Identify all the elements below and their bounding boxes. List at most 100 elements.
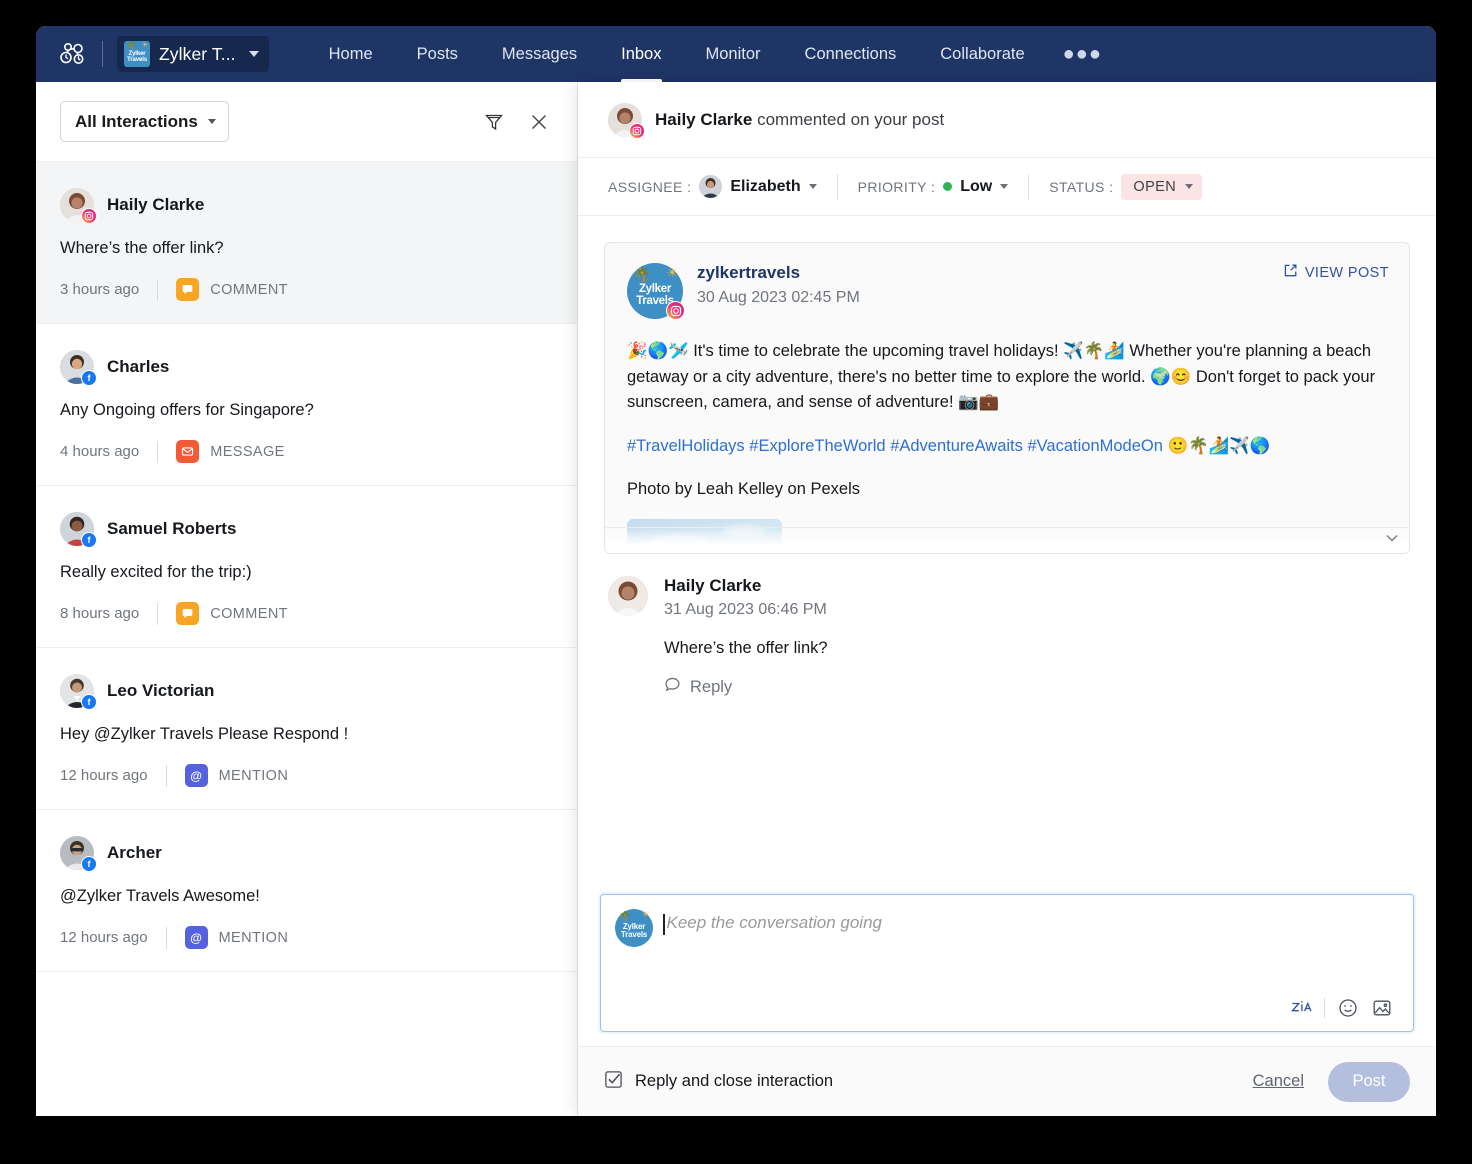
interaction-time: 4 hours ago — [60, 443, 139, 460]
interaction-type: MESSAGE — [176, 440, 285, 463]
list-item[interactable]: f Leo Victorian Hey @Zylker Travels Plea… — [36, 648, 577, 810]
composer-logo-text: Zylker Travels — [615, 923, 653, 940]
instagram-icon — [666, 301, 685, 320]
comment-date: 31 Aug 2023 06:46 PM — [664, 601, 828, 619]
assignee-value: Elizabeth — [730, 178, 800, 196]
avatar — [60, 188, 94, 222]
interaction-time: 12 hours ago — [60, 767, 148, 784]
interactions-panel: All Interactions — [36, 82, 578, 1116]
text-caret — [663, 914, 665, 935]
sun-glyph: ☀ — [642, 911, 649, 919]
interaction-header: f Leo Victorian — [60, 674, 553, 708]
chevron-down-icon — [1185, 184, 1193, 189]
assignee-avatar — [699, 175, 722, 198]
interaction-type-label: MESSAGE — [210, 444, 285, 460]
property-divider — [837, 174, 838, 200]
priority-value: Low — [960, 178, 992, 196]
interaction-header: f Charles — [60, 350, 553, 384]
post-hashtags[interactable]: #TravelHolidays #ExploreTheWorld #Advent… — [627, 437, 1387, 456]
brand-name: Zylker T... — [159, 44, 236, 65]
post-handle[interactable]: zylkertravels — [697, 263, 860, 283]
assignee-group[interactable]: ASSIGNEE : Elizabeth — [608, 175, 817, 198]
interaction-header: f Samuel Roberts — [60, 512, 553, 546]
comment-text: Where’s the offer link? — [664, 639, 828, 658]
reply-composer-area: 🌴 ☀ Zylker Travels Keep the conversation… — [578, 894, 1436, 1032]
chevron-down-icon[interactable] — [809, 184, 817, 189]
reply-input[interactable]: Keep the conversation going — [663, 909, 1399, 935]
comment-bubble-icon — [664, 676, 681, 698]
avatar: f — [60, 836, 94, 870]
reply-label: Reply — [690, 678, 732, 697]
detail-header-title: Haily Clarke commented on your post — [655, 110, 944, 130]
list-item[interactable]: Haily Clarke Where’s the offer link? 3 h… — [36, 162, 577, 324]
brand-selector[interactable]: 🌴 ☀ Zylker Travels Zylker T... — [117, 36, 269, 72]
nav-divider — [102, 41, 103, 67]
interaction-filter-select[interactable]: All Interactions — [60, 101, 229, 142]
post-body-text: 🎉🌎🛩️ It's time to celebrate the upcoming… — [627, 339, 1387, 416]
priority-status-dot — [943, 182, 952, 191]
zoho-social-logo-icon[interactable] — [50, 34, 94, 74]
nav-items: Home Posts Messages Inbox Monitor Connec… — [307, 26, 1118, 82]
brand-logo-text: Zylker Travels — [124, 51, 150, 64]
reply-button[interactable]: Reply — [664, 676, 828, 698]
interaction-type-label: MENTION — [219, 768, 289, 784]
interaction-meta: 8 hours ago COMMENT — [60, 602, 553, 625]
priority-label: PRIORITY : — [858, 179, 936, 195]
comment-avatar — [608, 576, 648, 616]
checkbox-checked-icon — [604, 1070, 623, 1094]
meta-divider — [157, 441, 158, 463]
list-item[interactable]: f Charles Any Ongoing offers for Singapo… — [36, 324, 577, 486]
nav-item-messages[interactable]: Messages — [480, 26, 599, 82]
chevron-down-icon[interactable] — [1000, 184, 1008, 189]
emoji-icon[interactable] — [1331, 993, 1365, 1023]
interaction-time: 3 hours ago — [60, 281, 139, 298]
interaction-header: f Archer — [60, 836, 553, 870]
detail-header: Haily Clarke commented on your post — [578, 82, 1436, 158]
interaction-author: Samuel Roberts — [107, 519, 236, 539]
list-item[interactable]: f Archer @Zylker Travels Awesome! 12 hou… — [36, 810, 577, 972]
interaction-detail-panel: Haily Clarke commented on your post ASSI… — [578, 82, 1436, 1116]
instagram-icon — [81, 208, 97, 224]
nav-item-posts[interactable]: Posts — [395, 26, 480, 82]
nav-item-connections[interactable]: Connections — [783, 26, 919, 82]
toolbar-divider — [1324, 998, 1325, 1018]
chevron-down-icon[interactable] — [1379, 525, 1405, 551]
status-label: STATUS : — [1049, 179, 1113, 195]
facebook-icon: f — [81, 856, 97, 872]
interaction-meta: 4 hours ago MESSAGE — [60, 440, 553, 463]
nav-item-collaborate[interactable]: Collaborate — [918, 26, 1046, 82]
comment-icon — [176, 278, 199, 301]
status-value: OPEN — [1133, 179, 1176, 195]
mention-icon: @ — [185, 764, 208, 787]
main-body: All Interactions — [36, 82, 1436, 1116]
view-post-link[interactable]: VIEW POST — [1283, 263, 1389, 282]
interaction-text: Hey @Zylker Travels Please Respond ! — [60, 725, 553, 744]
composer-account-logo: 🌴 ☀ Zylker Travels — [615, 909, 653, 947]
reply-composer[interactable]: 🌴 ☀ Zylker Travels Keep the conversation… — [600, 894, 1414, 1032]
instagram-icon — [629, 123, 645, 139]
comment-header: Haily Clarke 31 Aug 2023 06:46 PM Where’… — [608, 576, 1410, 698]
zia-icon[interactable] — [1284, 993, 1318, 1023]
post-date: 30 Aug 2023 02:45 PM — [697, 289, 860, 307]
nav-more-icon[interactable]: ●●● — [1047, 48, 1118, 60]
avatar — [608, 103, 642, 137]
list-item[interactable]: f Samuel Roberts Really excited for the … — [36, 486, 577, 648]
nav-item-inbox[interactable]: Inbox — [599, 26, 683, 82]
nav-item-home[interactable]: Home — [307, 26, 395, 82]
interaction-type: COMMENT — [176, 278, 288, 301]
close-icon[interactable] — [517, 100, 561, 144]
reply-and-close-checkbox[interactable]: Reply and close interaction — [604, 1070, 833, 1094]
cancel-button[interactable]: Cancel — [1253, 1072, 1304, 1091]
status-badge[interactable]: OPEN — [1121, 174, 1202, 200]
priority-group[interactable]: PRIORITY : Low — [858, 178, 1009, 196]
interaction-type-label: COMMENT — [210, 606, 288, 622]
post-button[interactable]: Post — [1328, 1062, 1410, 1102]
image-icon[interactable] — [1365, 993, 1399, 1023]
detail-header-author: Haily Clarke — [655, 110, 752, 129]
funnel-icon[interactable] — [477, 105, 511, 139]
original-post-card: VIEW POST 🌴 ☀ Zylker Travels zylker — [604, 242, 1410, 554]
post-fade-overlay — [605, 527, 1409, 553]
assignee-label: ASSIGNEE : — [608, 179, 691, 195]
nav-item-monitor[interactable]: Monitor — [684, 26, 783, 82]
comment-meta: Haily Clarke 31 Aug 2023 06:46 PM Where’… — [664, 576, 828, 698]
